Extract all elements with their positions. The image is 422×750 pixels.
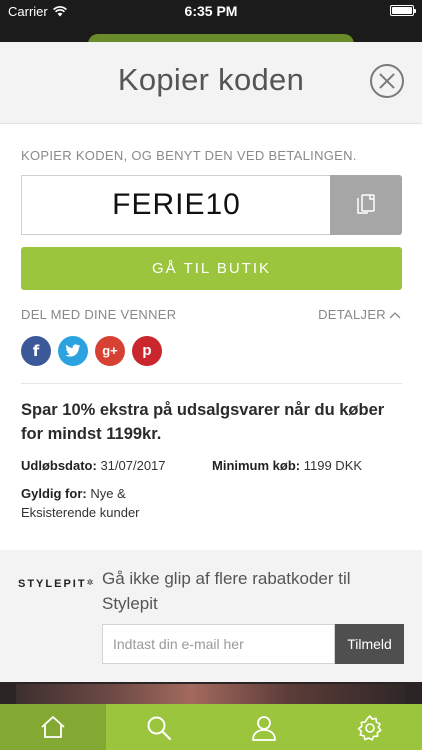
tab-profile[interactable] <box>211 704 317 750</box>
close-icon[interactable] <box>370 64 404 98</box>
status-time: 6:35 PM <box>184 3 238 19</box>
details-toggle[interactable]: DETALJER <box>318 307 401 322</box>
tab-home[interactable] <box>0 704 106 750</box>
brand-name: STYLEPIT <box>18 578 87 590</box>
minimum-purchase-label: Minimum køb: <box>212 458 301 473</box>
minimum-purchase-value: 1199 DKK <box>303 458 363 473</box>
copy-code-modal: Kopier koden KOPIER KODEN, OG BENYT DEN … <box>0 42 422 682</box>
home-icon <box>41 716 65 738</box>
instruction-text: KOPIER KODEN, OG BENYT DEN VED BETALINGE… <box>21 148 357 163</box>
offer-title: Spar 10% ekstra på udsalgsvarer når du k… <box>21 401 385 443</box>
copy-icon <box>357 194 375 214</box>
search-icon <box>147 716 171 741</box>
battery-fill <box>392 7 412 14</box>
email-input[interactable] <box>102 624 335 664</box>
twitter-bird-icon <box>65 344 81 357</box>
copy-code-button[interactable] <box>330 175 402 235</box>
chevron-up-icon <box>389 311 401 318</box>
divider <box>21 383 402 384</box>
validity-info: Gyldig for: Nye & Eksisterende kunder <box>21 484 191 522</box>
expiry-info: Udløbsdato: 31/07/2017 <box>21 456 166 475</box>
expiry-label: Udløbsdato: <box>21 458 97 473</box>
background-banner-image <box>16 684 406 704</box>
tab-search[interactable] <box>106 704 212 750</box>
details-label: DETALJER <box>318 307 386 322</box>
brand-mark-icon: ✲ <box>86 578 96 587</box>
facebook-share-icon[interactable]: f <box>21 336 51 366</box>
share-label: DEL MED DINE VENNER <box>21 307 177 322</box>
modal-title: Kopier koden <box>117 62 305 97</box>
battery-icon <box>390 5 416 16</box>
tab-bar <box>0 704 422 750</box>
user-icon <box>252 716 276 741</box>
signup-button[interactable]: Tilmeld <box>335 624 404 664</box>
newsletter-text: Gå ikke glip af flere rabatkoder til Sty… <box>102 569 351 613</box>
twitter-share-icon[interactable] <box>58 336 88 366</box>
expiry-value: 31/07/2017 <box>100 458 166 473</box>
stylepit-logo: STYLEPIT✲ <box>18 578 95 590</box>
minimum-purchase-info: Minimum køb: 1199 DKK <box>212 456 362 475</box>
coupon-code-field[interactable]: FERIE10 <box>21 175 331 235</box>
google-plus-share-icon[interactable]: g+ <box>95 336 125 366</box>
pinterest-share-icon[interactable]: p <box>132 336 162 366</box>
modal-header: Kopier koden <box>0 42 422 124</box>
newsletter-signup: STYLEPIT✲ Gå ikke glip af flere rabatkod… <box>0 550 422 682</box>
background-content-peek <box>0 682 422 704</box>
tab-settings[interactable] <box>317 704 422 750</box>
go-to-store-button[interactable]: GÅ TIL BUTIK <box>21 247 402 290</box>
gear-icon <box>357 715 382 741</box>
validity-label: Gyldig for: <box>21 486 87 501</box>
